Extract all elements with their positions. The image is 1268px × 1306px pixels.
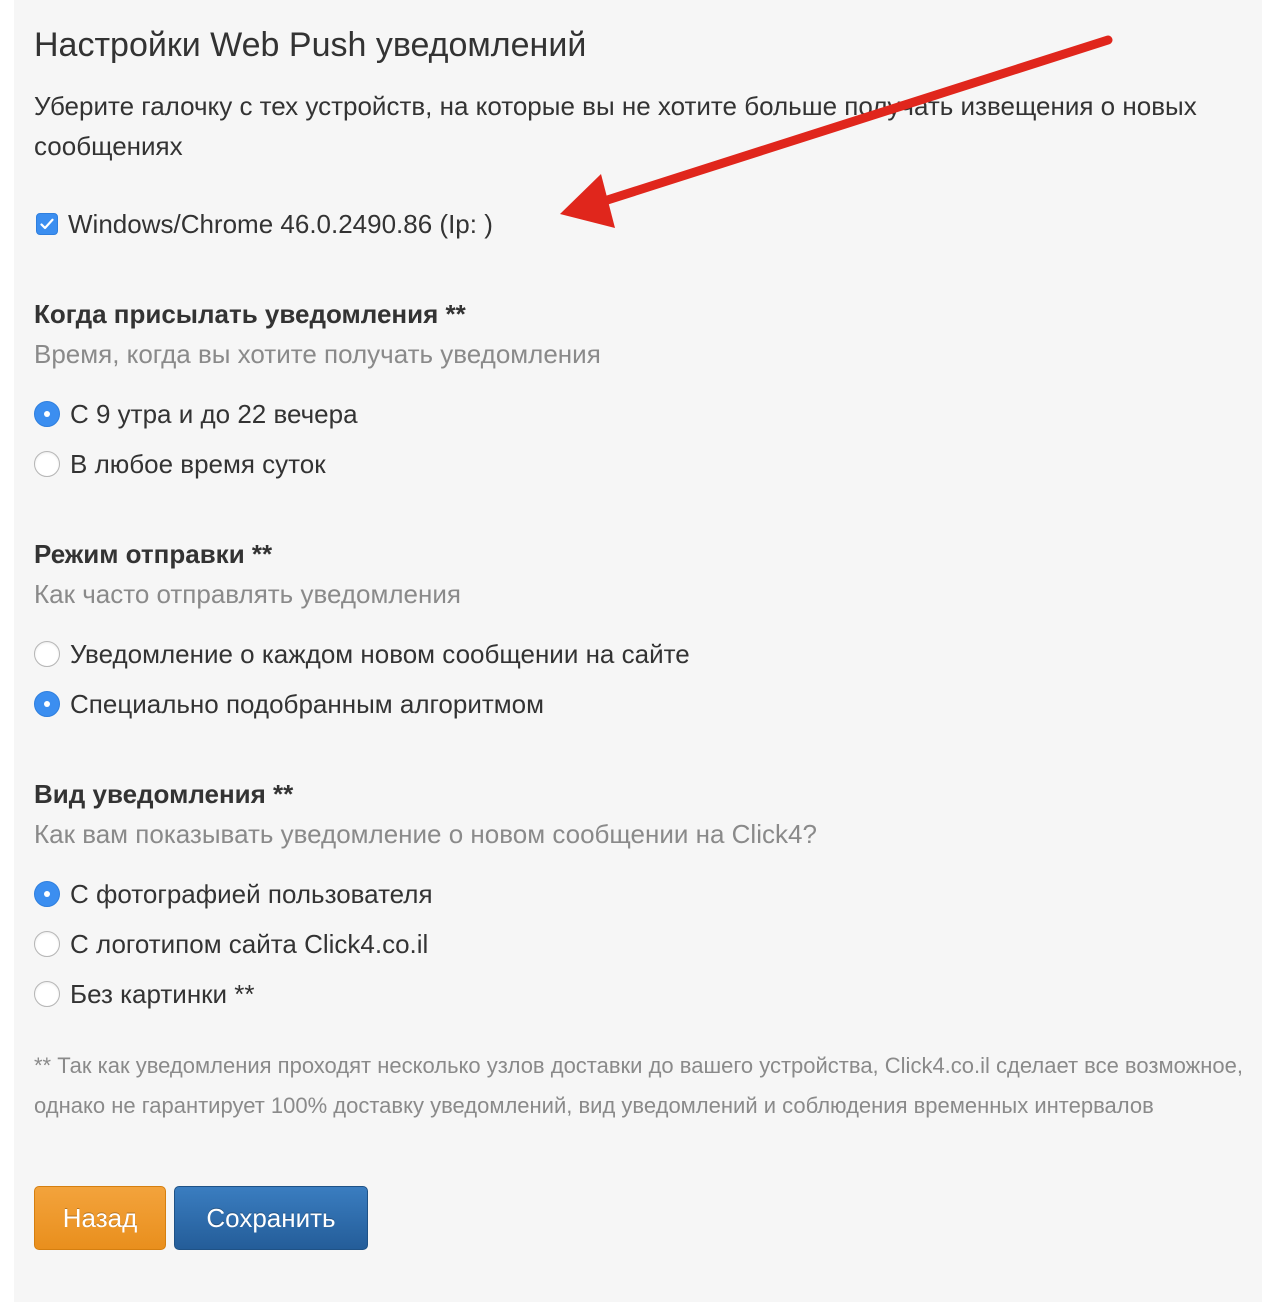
view-option-label: Без картинки ** <box>70 978 255 1009</box>
device-label: Windows/Chrome 46.0.2490.86 (Ip: ) <box>68 208 493 239</box>
radio-button[interactable] <box>34 641 60 667</box>
device-checkbox[interactable] <box>36 213 58 235</box>
mode-option-label: Специально подобранным алгоритмом <box>70 688 544 719</box>
radio-button[interactable] <box>34 691 60 717</box>
intro-text: Уберите галочку с тех устройств, на кото… <box>34 91 1197 161</box>
checkmark-icon <box>40 218 54 230</box>
when-option-anytime[interactable]: В любое время суток <box>34 446 326 482</box>
radio-button[interactable] <box>34 451 60 477</box>
view-heading: Вид уведомления ** <box>34 779 294 809</box>
view-option-logo[interactable]: С логотипом сайта Click4.co.il <box>34 926 428 962</box>
mode-option-each[interactable]: Уведомление о каждом новом сообщении на … <box>34 636 690 672</box>
footnote: ** Так как уведомления проходят нескольк… <box>34 1053 1244 1118</box>
radio-button[interactable] <box>34 981 60 1007</box>
view-option-photo[interactable]: С фотографией пользователя <box>34 876 433 912</box>
device-checkbox-row[interactable]: Windows/Chrome 46.0.2490.86 (Ip: ) <box>34 206 493 242</box>
when-heading: Когда присылать уведомления ** <box>34 299 466 329</box>
view-option-label: С логотипом сайта Click4.co.il <box>70 928 429 959</box>
view-option-no-image[interactable]: Без картинки ** <box>34 976 255 1012</box>
mode-option-label: Уведомление о каждом новом сообщении на … <box>70 638 690 669</box>
radio-button[interactable] <box>34 881 60 907</box>
view-subtitle: Как вам показывать уведомление о новом с… <box>34 819 817 849</box>
when-option-label: С 9 утра и до 22 вечера <box>70 398 358 429</box>
mode-option-algorithm[interactable]: Специально подобранным алгоритмом <box>34 686 544 722</box>
radio-button[interactable] <box>34 931 60 957</box>
when-option-label: В любое время суток <box>70 448 326 479</box>
save-button[interactable]: Сохранить <box>174 1186 368 1250</box>
view-option-label: С фотографией пользователя <box>70 878 433 909</box>
radio-button[interactable] <box>34 401 60 427</box>
when-subtitle: Время, когда вы хотите получать уведомле… <box>34 339 601 369</box>
when-option-day[interactable]: С 9 утра и до 22 вечера <box>34 396 358 432</box>
mode-subtitle: Как часто отправлять уведомления <box>34 579 461 609</box>
back-button[interactable]: Назад <box>34 1186 166 1250</box>
page-title: Настройки Web Push уведомлений <box>34 26 587 64</box>
mode-heading: Режим отправки ** <box>34 539 273 569</box>
